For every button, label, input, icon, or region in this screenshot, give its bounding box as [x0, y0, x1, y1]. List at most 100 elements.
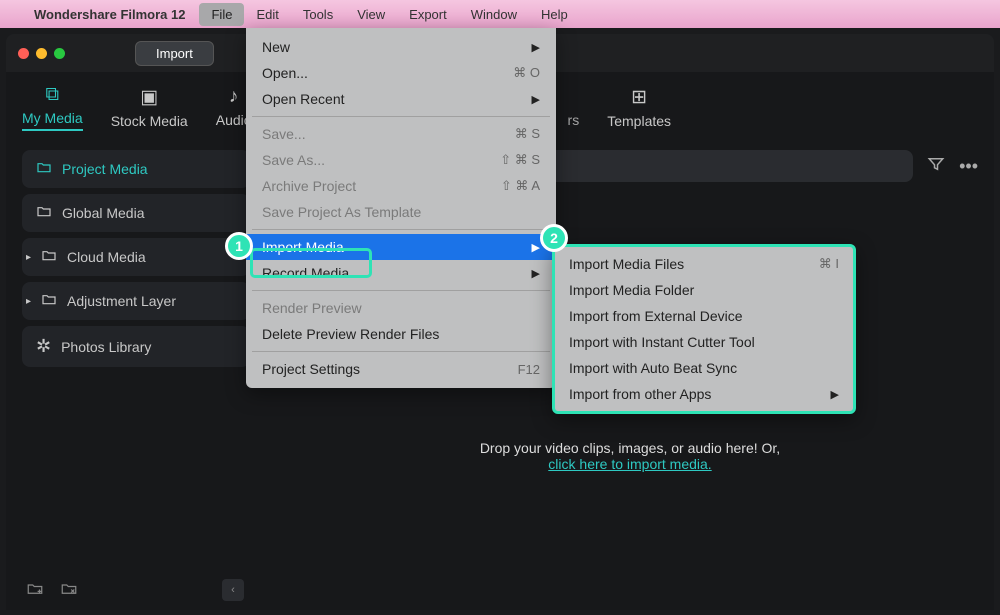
menu-export[interactable]: Export — [397, 3, 459, 26]
submenu-item-import-with-auto-beat-sync[interactable]: Import with Auto Beat Sync — [555, 355, 853, 381]
sidebar-item-project-media[interactable]: Project Media — [22, 150, 250, 188]
sidebar-item-adjustment-layer[interactable]: ▸ Adjustment Layer — [22, 282, 250, 320]
maximize-icon[interactable] — [54, 48, 65, 59]
tab-templates[interactable]: ⊞ Templates — [607, 86, 671, 135]
menu-item-label: Render Preview — [262, 300, 362, 316]
sidebar-item-cloud-media[interactable]: ▸ Cloud Media — [22, 238, 250, 276]
menu-item-label: Open Recent — [262, 91, 345, 107]
menu-file[interactable]: File — [199, 3, 244, 26]
chevron-right-icon: ▸ — [26, 252, 31, 263]
bottom-bar: ‹ — [6, 570, 994, 610]
chevron-right-icon: ▸ — [26, 296, 31, 307]
collapse-sidebar-icon[interactable]: ‹ — [222, 579, 244, 601]
menu-item-save-as-: Save As... ⇧ ⌘ S — [246, 147, 556, 173]
menu-window[interactable]: Window — [459, 3, 529, 26]
more-icon[interactable]: ••• — [959, 156, 978, 177]
submenu-item-import-media-files[interactable]: Import Media Files ⌘ I — [555, 251, 853, 277]
tab-icon: ⊞ — [631, 86, 647, 109]
tab-label: Stock Media — [111, 113, 188, 129]
sidebar-item-label: Adjustment Layer — [67, 293, 176, 309]
menu-item-save-project-as-template: Save Project As Template — [246, 199, 556, 225]
shortcut: ⇧ ⌘ S — [500, 152, 540, 168]
menu-edit[interactable]: Edit — [244, 3, 290, 26]
new-folder-icon[interactable] — [26, 580, 44, 601]
tab-fragment: rs — [568, 86, 580, 134]
separator — [252, 116, 550, 117]
chevron-right-icon: ▶ — [532, 267, 540, 280]
menu-item-label: Open... — [262, 65, 308, 81]
submenu-item-label: Import Media Files — [569, 256, 684, 272]
menu-help[interactable]: Help — [529, 3, 580, 26]
submenu-item-import-from-external-device[interactable]: Import from External Device — [555, 303, 853, 329]
sidebar-item-label: Photos Library — [61, 339, 151, 355]
app-name[interactable]: Wondershare Filmora 12 — [34, 7, 185, 22]
chevron-right-icon: ▶ — [532, 41, 540, 54]
submenu-item-label: Import with Instant Cutter Tool — [569, 334, 755, 350]
chevron-right-icon: ▶ — [532, 93, 540, 106]
shortcut: ⌘ O — [513, 65, 540, 81]
chevron-right-icon: ▶ — [831, 388, 839, 401]
trash-folder-icon[interactable] — [60, 580, 78, 601]
menu-item-label: Project Settings — [262, 361, 360, 377]
drop-hint: Drop your video clips, images, or audio … — [266, 440, 994, 472]
file-menu-dropdown: New▶Open...⌘ OOpen Recent▶Save...⌘ SSave… — [246, 28, 556, 388]
submenu-item-label: Import with Auto Beat Sync — [569, 360, 737, 376]
tab-stock-media[interactable]: ▣Stock Media — [111, 86, 188, 135]
step-badge-2: 2 — [540, 224, 568, 252]
shortcut: ⌘ S — [515, 126, 540, 142]
folder-icon — [41, 292, 57, 310]
sidebar-item-label: Global Media — [62, 205, 145, 221]
import-button[interactable]: Import — [135, 41, 214, 66]
menu-item-archive-project: Archive Project ⇧ ⌘ A — [246, 173, 556, 199]
step-badge-1: 1 — [225, 232, 253, 260]
folder-icon — [41, 248, 57, 266]
folder-icon — [36, 160, 52, 178]
sidebar-item-global-media[interactable]: Global Media — [22, 194, 250, 232]
menu-item-project-settings[interactable]: Project Settings F12 — [246, 356, 556, 382]
menu-item-label: Record Media — [262, 265, 349, 281]
menu-item-label: Delete Preview Render Files — [262, 326, 439, 342]
menu-item-record-media[interactable]: Record Media ▶ — [246, 260, 556, 286]
tab-icon: ♪ — [229, 86, 239, 108]
menu-item-save-: Save... ⌘ S — [246, 121, 556, 147]
menu-item-open-recent[interactable]: Open Recent ▶ — [246, 86, 556, 112]
sidebar-item-label: Cloud Media — [67, 249, 146, 265]
menu-item-render-preview: Render Preview — [246, 295, 556, 321]
menu-item-label: Save... — [262, 126, 306, 142]
photos-icon: ✲ — [36, 336, 51, 357]
submenu-item-import-with-instant-cutter-tool[interactable]: Import with Instant Cutter Tool — [555, 329, 853, 355]
menu-tools[interactable]: Tools — [291, 3, 345, 26]
shortcut: ⌘ I — [819, 256, 839, 272]
tab-my-media[interactable]: ⧉My Media — [22, 84, 83, 137]
menu-view[interactable]: View — [345, 3, 397, 26]
chevron-right-icon: ▶ — [532, 241, 540, 254]
import-media-submenu: Import Media Files ⌘ I Import Media Folder… — [552, 244, 856, 414]
menu-item-new[interactable]: New▶ — [246, 34, 556, 60]
submenu-item-import-from-other-apps[interactable]: Import from other Apps ▶ — [555, 381, 853, 407]
menu-item-import-media[interactable]: Import Media ▶ — [246, 234, 556, 260]
menu-item-label: Save As... — [262, 152, 325, 168]
submenu-item-import-media-folder[interactable]: Import Media Folder — [555, 277, 853, 303]
filter-icon[interactable] — [927, 155, 945, 178]
menu-item-open-[interactable]: Open... ⌘ O — [246, 60, 556, 86]
import-link[interactable]: click here to import media. — [548, 456, 711, 472]
mac-menubar: Wondershare Filmora 12 FileEditToolsView… — [0, 0, 1000, 28]
shortcut: ⇧ ⌘ A — [501, 178, 540, 194]
menu-item-label: Import Media — [262, 239, 344, 255]
sidebar-item-photos-library[interactable]: ✲ Photos Library — [22, 326, 250, 367]
menu-item-label: Archive Project — [262, 178, 356, 194]
tab-label: Templates — [607, 113, 671, 129]
minimize-icon[interactable] — [36, 48, 47, 59]
folder-icon — [36, 204, 52, 222]
sidebar: Project Media Global Media ▸ Cloud Media ▸ Ad… — [6, 140, 266, 610]
menu-item-delete-preview-render-files[interactable]: Delete Preview Render Files — [246, 321, 556, 347]
submenu-item-label: Import Media Folder — [569, 282, 694, 298]
submenu-item-label: Import from External Device — [569, 308, 743, 324]
shortcut: F12 — [518, 362, 540, 377]
submenu-item-label: Import from other Apps — [569, 386, 711, 402]
separator — [252, 351, 550, 352]
separator — [252, 290, 550, 291]
tab-icon: ⧉ — [46, 84, 60, 106]
close-icon[interactable] — [18, 48, 29, 59]
sidebar-item-label: Project Media — [62, 161, 148, 177]
